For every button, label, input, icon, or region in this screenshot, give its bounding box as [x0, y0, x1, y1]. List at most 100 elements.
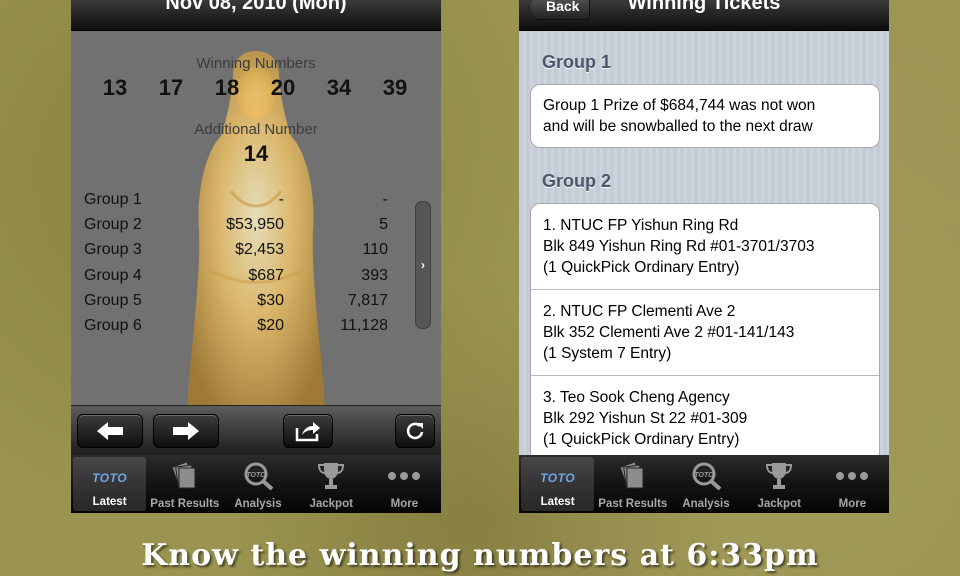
- group-1-message-card: Group 1 Prize of $684,744 was not won an…: [530, 84, 880, 148]
- outlet-address: Blk 352 Clementi Ave 2 #01-141/143: [543, 324, 795, 341]
- winning-number: 20: [270, 75, 296, 100]
- tab-jackpot[interactable]: Jackpot: [295, 455, 368, 513]
- tab-label: Analysis: [234, 498, 282, 510]
- message-line: and will be snowballed to the next draw: [543, 118, 813, 135]
- trophy-icon: [295, 459, 368, 493]
- previous-draw-button[interactable]: [77, 414, 143, 448]
- latest-results-screen: Nov 08, 2010 (Mon) Winning Numbers 13 17…: [71, 0, 441, 513]
- more-dots-icon: [816, 459, 889, 493]
- stacked-tickets-icon: [596, 459, 669, 493]
- bottom-toolbar: [71, 405, 441, 456]
- prize-winners: 393: [361, 266, 388, 284]
- prize-amount: $687: [248, 266, 284, 284]
- tab-label: More: [838, 498, 867, 510]
- magnifier-icon: TOTO: [669, 459, 742, 493]
- additional-number: 14: [243, 141, 269, 166]
- next-draw-button[interactable]: [153, 414, 219, 448]
- magnifier-logo-text: TOTO: [246, 472, 266, 479]
- tab-label: Latest: [92, 496, 127, 508]
- tab-bar: TOTO Latest Past Results TOTO Analysis J…: [71, 455, 441, 513]
- prize-table: Group 1 - - Group 2 $53,950 5 Group 3 $2…: [84, 191, 394, 342]
- outlet-address: Blk 292 Yishun St 22 #01-309: [543, 410, 748, 427]
- prize-winners: 5: [379, 216, 388, 234]
- tab-latest[interactable]: TOTO Latest: [521, 457, 595, 511]
- screen-title: Winning Tickets: [627, 0, 781, 14]
- trophy-icon: [743, 459, 816, 493]
- magnifier-icon: TOTO: [221, 459, 294, 493]
- tab-past-results[interactable]: Past Results: [596, 455, 669, 513]
- entry-type: (1 QuickPick Ordinary Entry): [543, 431, 740, 448]
- prize-amount: $30: [257, 291, 284, 309]
- promo-caption: Know the winning numbers at 6:33pm: [141, 538, 819, 573]
- prize-group: Group 3: [84, 241, 142, 259]
- tab-jackpot[interactable]: Jackpot: [743, 455, 816, 513]
- prize-row: Group 2 $53,950 5: [84, 216, 394, 241]
- prize-group: Group 4: [84, 266, 142, 284]
- outlet-name: 3. Teo Sook Cheng Agency: [543, 389, 730, 406]
- winning-number: 17: [158, 75, 184, 100]
- tab-more[interactable]: More: [368, 455, 441, 513]
- ticket-row[interactable]: 3. Teo Sook Cheng Agency Blk 292 Yishun …: [531, 375, 879, 455]
- message-line: Group 1 Prize of $684,744 was not won: [543, 97, 816, 114]
- additional-number-label: Additional Number: [194, 121, 318, 138]
- tab-analysis[interactable]: TOTO Analysis: [669, 455, 742, 513]
- winning-numbers: 13 17 18 20 34 39: [95, 75, 415, 101]
- tab-label: Jackpot: [309, 498, 353, 510]
- tab-past-results[interactable]: Past Results: [148, 455, 221, 513]
- entry-type: (1 System 7 Entry): [543, 345, 672, 362]
- winning-number: 18: [214, 75, 240, 100]
- share-icon: [295, 422, 320, 442]
- tab-label: Jackpot: [757, 498, 801, 510]
- section-header-group-2: Group 2: [542, 171, 612, 191]
- tab-label: Past Results: [150, 498, 220, 510]
- prize-winners: 7,817: [347, 291, 388, 309]
- prize-amount: $20: [257, 316, 284, 334]
- ticket-row[interactable]: 2. NTUC FP Clementi Ave 2 Blk 352 Clemen…: [531, 289, 879, 375]
- more-dots-icon: [368, 459, 441, 493]
- stacked-tickets-icon: [148, 459, 221, 493]
- nav-bar: Nov 08, 2010 (Mon): [71, 0, 441, 31]
- chevron-right-icon[interactable]: ›: [415, 201, 431, 329]
- winning-tickets-screen: Back Winning Tickets Group 1 Group 1 Pri…: [519, 0, 889, 513]
- results-panel: Winning Numbers 13 17 18 20 34 39 Additi…: [71, 31, 441, 405]
- toto-logo-icon: TOTO: [92, 471, 128, 485]
- tab-more[interactable]: More: [816, 455, 889, 513]
- entry-type: (1 QuickPick Ordinary Entry): [543, 259, 740, 276]
- winning-number: 39: [382, 75, 408, 100]
- prize-group: Group 1: [84, 191, 142, 208]
- prize-group: Group 6: [84, 316, 142, 334]
- outlet-name: 2. NTUC FP Clementi Ave 2: [543, 303, 736, 320]
- tab-latest[interactable]: TOTO Latest: [73, 457, 147, 511]
- tab-bar: TOTO Latest Past Results TOTO Analysis J…: [519, 455, 889, 513]
- tickets-list: Group 1 Group 1 Prize of $684,744 was no…: [519, 31, 889, 455]
- prize-row: Group 4 $687 393: [84, 267, 394, 292]
- outlet-address: Blk 849 Yishun Ring Rd #01-3701/3703: [543, 238, 815, 255]
- winning-number: 34: [326, 75, 352, 100]
- prize-group: Group 5: [84, 291, 142, 309]
- prize-row: Group 1 - -: [84, 191, 394, 216]
- section-header-group-1: Group 1: [542, 52, 612, 72]
- prize-amount: -: [278, 191, 284, 208]
- arrow-left-icon: [97, 422, 123, 440]
- nav-bar: Back Winning Tickets: [519, 0, 889, 31]
- draw-date-title: Nov 08, 2010 (Mon): [165, 0, 347, 14]
- prize-row: Group 3 $2,453 110: [84, 241, 394, 266]
- prize-row: Group 5 $30 7,817: [84, 292, 394, 317]
- share-button[interactable]: [283, 414, 333, 448]
- refresh-button[interactable]: [395, 414, 435, 448]
- magnifier-logo-text: TOTO: [694, 472, 714, 479]
- tab-analysis[interactable]: TOTO Analysis: [221, 455, 294, 513]
- prize-row: Group 6 $20 11,128: [84, 317, 394, 342]
- ticket-row[interactable]: 1. NTUC FP Yishun Ring Rd Blk 849 Yishun…: [531, 204, 879, 289]
- tab-label: More: [390, 498, 419, 510]
- group-1-message: Group 1 Prize of $684,744 was not won an…: [531, 95, 879, 137]
- tab-label: Latest: [540, 496, 575, 508]
- prize-winners: 11,128: [340, 316, 388, 334]
- prize-winners: 110: [362, 241, 388, 259]
- prize-amount: $53,950: [226, 216, 284, 234]
- refresh-icon: [406, 422, 424, 440]
- tab-label: Past Results: [598, 498, 668, 510]
- prize-group: Group 2: [84, 216, 142, 234]
- toto-logo-icon: TOTO: [540, 471, 576, 485]
- winning-numbers-label: Winning Numbers: [196, 55, 316, 72]
